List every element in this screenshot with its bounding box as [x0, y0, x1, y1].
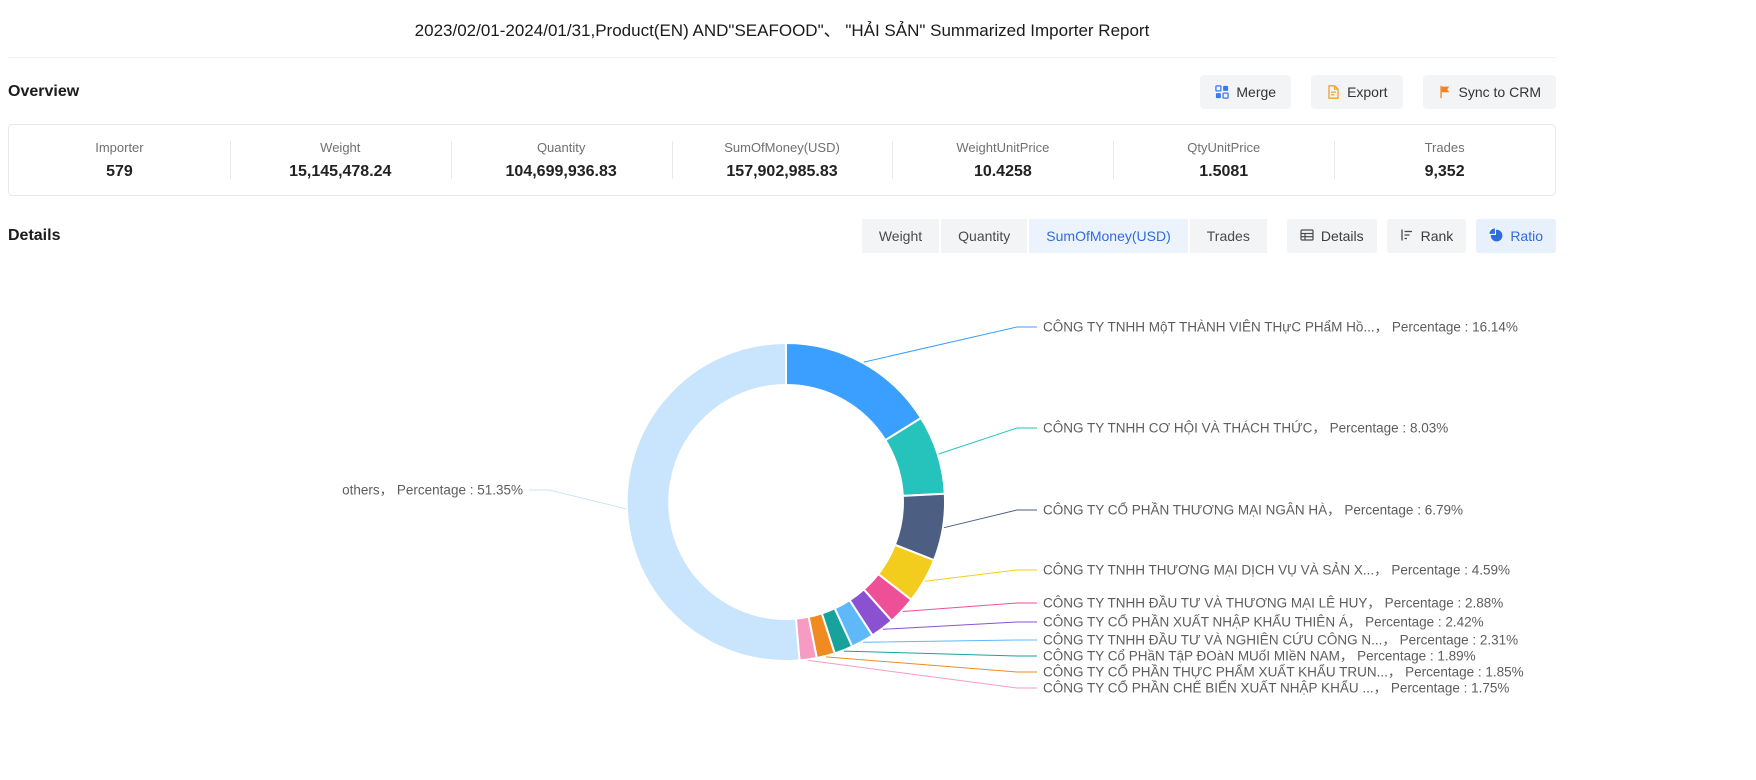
stat-importer: Importer 579 [9, 125, 230, 195]
pie-label-1: CÔNG TY TNHH CƠ HỘI VÀ THÁCH THỨC， Perce… [1043, 421, 1448, 436]
stat-value: 9,352 [1425, 163, 1465, 181]
details-header-row: Details Weight Quantity SumOfMoney(USD) … [8, 218, 1556, 254]
pie-label-line-0 [864, 327, 1037, 362]
stat-qty-unit-price: QtyUnitPrice 1.5081 [1113, 125, 1334, 195]
view-tab-details-label: Details [1321, 228, 1364, 244]
details-controls: Weight Quantity SumOfMoney(USD) Trades D… [862, 219, 1556, 253]
pie-slice-10[interactable] [627, 343, 800, 661]
merge-button[interactable]: Merge [1200, 75, 1291, 109]
view-tab-details[interactable]: Details [1287, 219, 1377, 253]
stat-weight: Weight 15,145,478.24 [230, 125, 451, 195]
stat-value: 104,699,936.83 [506, 163, 617, 181]
merge-icon [1215, 85, 1229, 99]
pie-label-0: CÔNG TY TNHH MộT THÀNH VIÊN THựC PHẩM Hồ… [1043, 320, 1518, 335]
stat-label: Weight [320, 140, 360, 155]
tab-trades[interactable]: Trades [1190, 219, 1267, 253]
stat-value: 157,902,985.83 [726, 163, 837, 181]
stat-label: WeightUnitPrice [956, 140, 1049, 155]
stat-value: 1.5081 [1199, 163, 1248, 181]
overview-heading: Overview [8, 83, 79, 101]
pie-slice-0[interactable] [786, 343, 921, 440]
pie-label-line-1 [939, 428, 1037, 454]
tab-weight[interactable]: Weight [862, 219, 939, 253]
pie-icon [1489, 228, 1503, 245]
pie-label-line-5 [883, 622, 1037, 629]
overview-header-row: Overview Merge Export Sync to CRM [8, 74, 1556, 110]
view-tab-rank-label: Rank [1421, 228, 1454, 244]
pie-label-2: CÔNG TY CỔ PHẦN THƯƠNG MẠI NGÂN HÀ， Perc… [1043, 503, 1463, 518]
tab-quantity[interactable]: Quantity [941, 219, 1027, 253]
pie-label-line-8 [826, 657, 1037, 672]
table-icon [1300, 228, 1314, 245]
pie-label-line-7 [844, 651, 1037, 656]
stat-value: 15,145,478.24 [289, 163, 391, 181]
view-tab-ratio[interactable]: Ratio [1476, 219, 1556, 253]
stat-value: 579 [106, 163, 133, 181]
pie-label-7: CÔNG TY Cổ PHầN TậP ĐOàN MUốI MIềN NAM， … [1043, 649, 1476, 664]
stat-label: Trades [1425, 140, 1465, 155]
pie-label-8: CÔNG TY CỔ PHẦN THỰC PHẨM XUẤT KHẨU TRUN… [1043, 665, 1524, 680]
stat-label: SumOfMoney(USD) [724, 140, 840, 155]
importer-ratio-pie-chart: CÔNG TY TNHH MộT THÀNH VIÊN THựC PHẩM Hồ… [0, 262, 1756, 780]
pie-label-line-6 [863, 640, 1037, 642]
metric-tab-group: Weight Quantity SumOfMoney(USD) Trades [862, 219, 1267, 253]
merge-button-label: Merge [1236, 84, 1276, 100]
stat-sum-of-money: SumOfMoney(USD) 157,902,985.83 [672, 125, 893, 195]
pie-chart-svg: CÔNG TY TNHH MộT THÀNH VIÊN THựC PHẩM Hồ… [0, 262, 1756, 780]
pie-label-9: CÔNG TY CỔ PHẦN CHẾ BIẾN XUẤT NHẬP KHẨU … [1043, 681, 1509, 696]
pie-label-3: CÔNG TY TNHH THƯƠNG MẠI DỊCH VỤ VÀ SẢN X… [1043, 563, 1510, 578]
pie-label-line-4 [903, 603, 1037, 612]
pie-label-4: CÔNG TY TNHH ĐẦU TƯ VÀ THƯƠNG MẠI LÊ HUY… [1043, 596, 1503, 611]
stat-weight-unit-price: WeightUnitPrice 10.4258 [892, 125, 1113, 195]
sync-to-crm-button-label: Sync to CRM [1459, 84, 1541, 100]
export-button-label: Export [1347, 84, 1387, 100]
view-tab-group: Details Rank Ratio [1287, 219, 1556, 253]
view-tab-rank[interactable]: Rank [1387, 219, 1467, 253]
sync-to-crm-button[interactable]: Sync to CRM [1423, 75, 1556, 109]
pie-label-6: CÔNG TY TNHH ĐẦU TƯ VÀ NGHIÊN CỨU CÔNG N… [1043, 633, 1518, 648]
pie-label-line-3 [925, 570, 1037, 581]
stat-value: 10.4258 [974, 163, 1032, 181]
overview-stats-panel: Importer 579 Weight 15,145,478.24 Quanti… [8, 124, 1556, 196]
pie-label-5: CÔNG TY CỔ PHẦN XUẤT NHẬP KHẨU THIÊN Á， … [1043, 615, 1484, 630]
details-heading: Details [8, 227, 60, 245]
overview-actions: Merge Export Sync to CRM [1200, 75, 1556, 109]
stat-label: QtyUnitPrice [1187, 140, 1260, 155]
stat-label: Quantity [537, 140, 585, 155]
tab-sum-of-money-usd[interactable]: SumOfMoney(USD) [1029, 219, 1187, 253]
stat-trades: Trades 9,352 [1334, 125, 1555, 195]
stat-label: Importer [95, 140, 143, 155]
pie-label-line-10 [529, 490, 626, 509]
pie-label-line-2 [944, 510, 1037, 528]
report-title-bar: 2023/02/01-2024/01/31,Product(EN) AND"SE… [8, 0, 1556, 58]
export-icon [1326, 85, 1340, 99]
view-tab-ratio-label: Ratio [1510, 228, 1543, 244]
stat-quantity: Quantity 104,699,936.83 [451, 125, 672, 195]
rank-icon [1400, 228, 1414, 245]
page-title: 2023/02/01-2024/01/31,Product(EN) AND"SE… [415, 16, 1150, 41]
flag-icon [1438, 85, 1452, 99]
pie-label-10: others， Percentage : 51.35% [342, 483, 523, 498]
export-button[interactable]: Export [1311, 75, 1402, 109]
